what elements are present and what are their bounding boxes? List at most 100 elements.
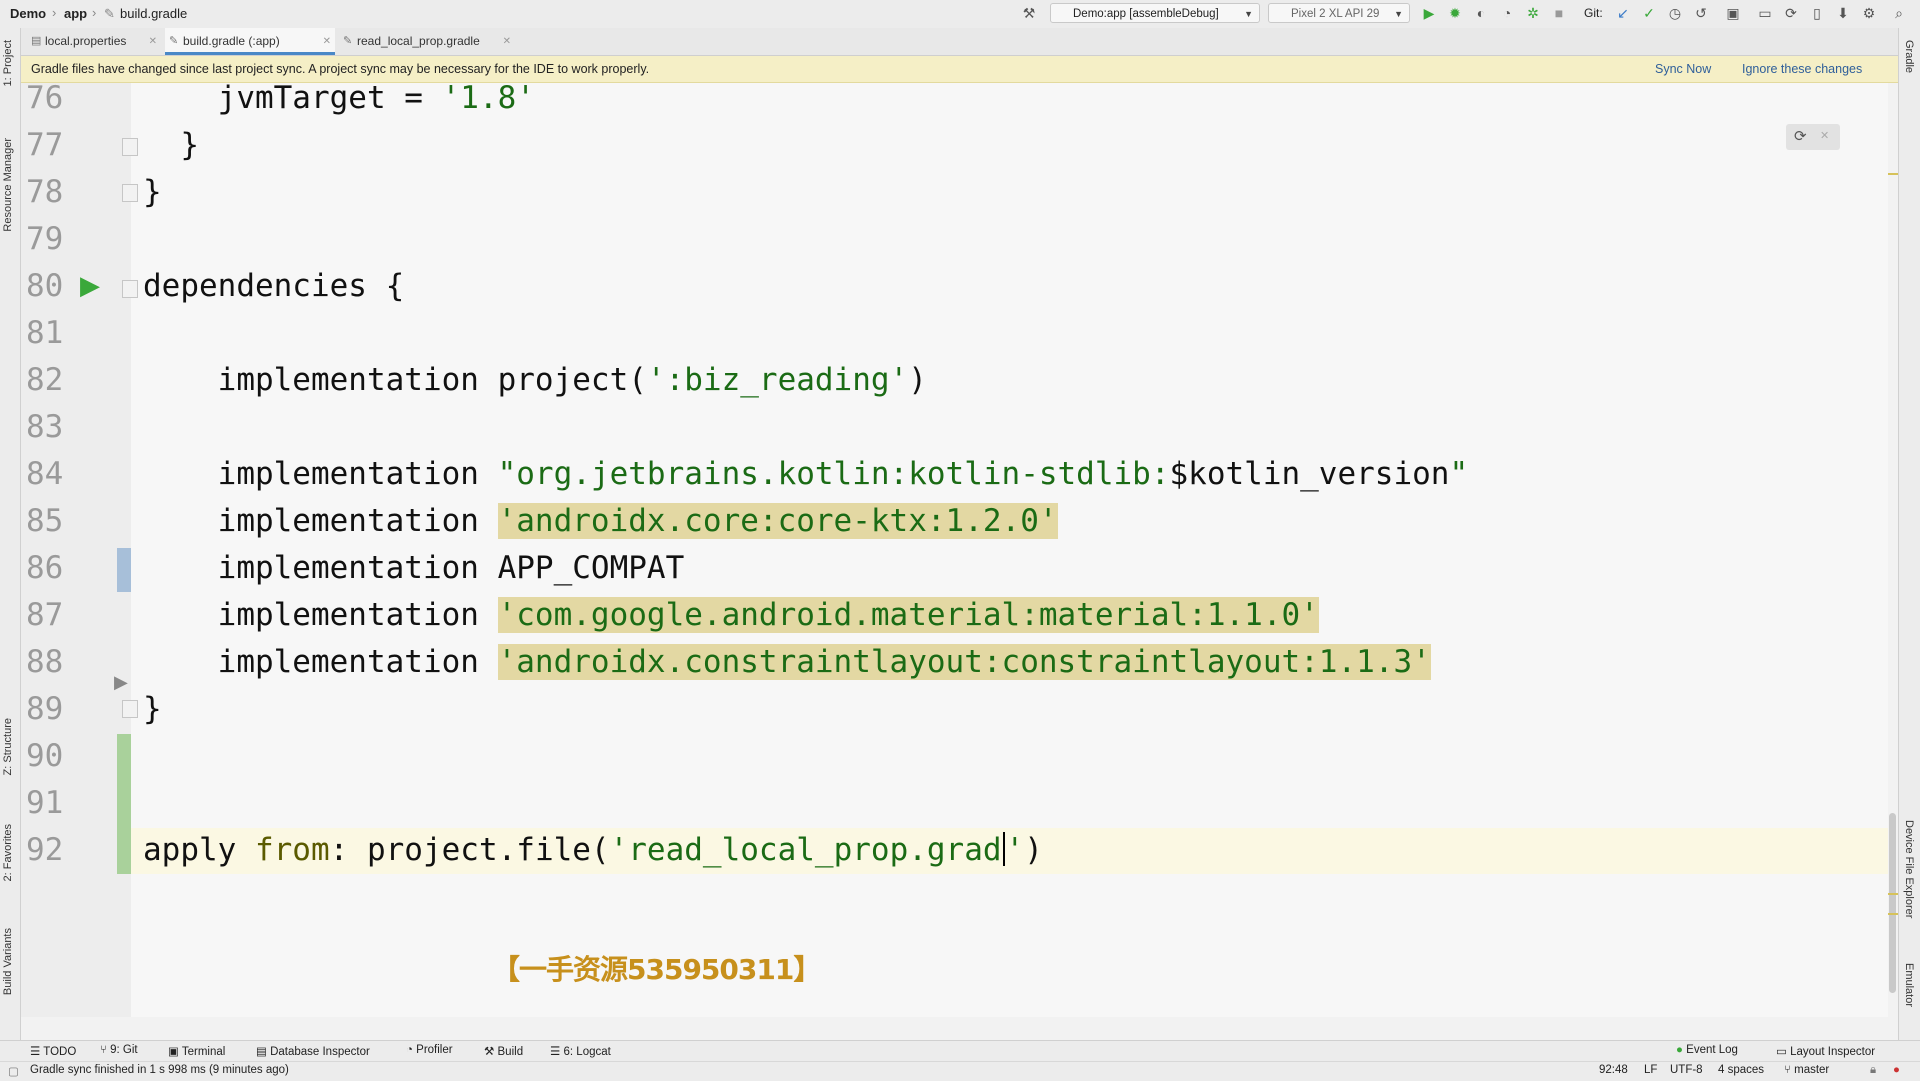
load-gradle-changes-popup: ⟳ ✕ <box>1786 124 1840 150</box>
fold-marker[interactable] <box>122 184 138 202</box>
favorites-tool-button[interactable]: 2: Favorites <box>2 824 14 881</box>
gradle-file-icon: ✎ <box>343 35 353 47</box>
editor-scrollbar[interactable] <box>1888 83 1898 1017</box>
tool-label: Event Log <box>1686 1044 1738 1056</box>
structure-tool-button[interactable]: Z: Structure <box>2 718 14 775</box>
scrollbar-thumb[interactable] <box>1889 813 1896 993</box>
line-number: 82 <box>26 362 64 398</box>
code-text: implementation <box>143 550 498 586</box>
gradle-tool-button[interactable]: Gradle <box>1903 40 1915 73</box>
fold-marker[interactable] <box>122 700 138 718</box>
close-icon[interactable]: ✕ <box>1820 129 1829 142</box>
sync-gradle-icon[interactable]: ⟳ <box>1782 4 1800 22</box>
tool-label: Profiler <box>416 1044 453 1056</box>
code-line-87: implementation 'com.google.android.mater… <box>143 597 1319 633</box>
gradle-sync-notification: Gradle files have changed since last pro… <box>21 56 1898 83</box>
breadcrumb-module[interactable]: app <box>64 6 87 21</box>
tab-local-properties[interactable]: ▤ local.properties ✕ <box>27 28 161 55</box>
profile-icon[interactable]: ◔ <box>1498 4 1516 22</box>
code-text: implementation <box>143 503 498 539</box>
plugin-icon[interactable]: ⚙ <box>1860 4 1878 22</box>
indent-setting[interactable]: 4 spaces <box>1718 1064 1764 1076</box>
git-tool-button[interactable]: ⑂ 9: Git <box>100 1044 138 1056</box>
build-variants-tool-button[interactable]: Build Variants <box>2 928 14 995</box>
line-separator[interactable]: LF <box>1644 1064 1657 1076</box>
status-message[interactable]: Gradle sync finished in 1 s 998 ms (9 mi… <box>30 1064 289 1076</box>
device-file-explorer-tool-button[interactable]: Device File Explorer <box>1903 820 1915 918</box>
string-literal-highlighted[interactable]: 'androidx.core:core-ktx:1.2.0' <box>497 503 1058 539</box>
keyword: from <box>254 832 330 868</box>
line-number: 92 <box>26 832 64 868</box>
branch-label: master <box>1794 1064 1830 1076</box>
vcs-added-marker[interactable] <box>117 734 131 874</box>
gradle-sync-icon[interactable]: ⟳ <box>1794 127 1807 145</box>
run-icon[interactable]: ▶ <box>1420 4 1438 22</box>
layout-inspector-tool-button[interactable]: ▭ Layout Inspector <box>1776 1044 1875 1058</box>
project-structure-icon[interactable]: ▣ <box>1724 4 1742 22</box>
tab-read-local-prop-gradle[interactable]: ✎ read_local_prop.gradle ✕ <box>339 28 515 55</box>
vcs-modified-marker[interactable] <box>117 548 131 592</box>
logcat-tool-button[interactable]: ☰ 6: Logcat <box>550 1044 611 1058</box>
error-stripe-marker[interactable] <box>1888 893 1898 895</box>
right-tool-strip: Gradle Device File Explorer Emulator <box>1898 28 1920 1040</box>
fold-marker[interactable] <box>122 280 138 298</box>
terminal-tool-button[interactable]: ▣ Terminal <box>168 1044 225 1058</box>
code-line-88: implementation 'androidx.constraintlayou… <box>143 644 1431 680</box>
resource-manager-tool-button[interactable]: Resource Manager <box>2 138 14 232</box>
tool-label: Database Inspector <box>270 1046 370 1058</box>
stop-icon[interactable]: ■ <box>1550 4 1568 22</box>
emulator-tool-button[interactable]: Emulator <box>1903 963 1915 1007</box>
status-indicator-icon[interactable]: ▢ <box>8 1064 19 1078</box>
profiler-tool-button[interactable]: ◔ Profiler <box>406 1044 453 1056</box>
code-line-84: implementation "org.jetbrains.kotlin:kot… <box>143 456 1469 492</box>
string-literal-highlighted[interactable]: 'com.google.android.material:material:1.… <box>497 597 1319 633</box>
code-line-76: jvmTarget = '1.8' <box>143 80 535 116</box>
string-literal: "org.jetbrains.kotlin:kotlin-stdlib: <box>497 456 1170 492</box>
window-icon[interactable]: ▭ <box>1756 4 1774 22</box>
error-stripe-marker[interactable] <box>1888 913 1898 915</box>
gradle-file-icon: ✎ <box>169 35 179 47</box>
code-line-80: dependencies { <box>143 268 404 304</box>
fold-marker[interactable] <box>122 138 138 156</box>
project-tool-button[interactable]: 1: Project <box>2 40 14 86</box>
line-number: 86 <box>26 550 64 586</box>
lock-icon[interactable]: 🔒︎ <box>1870 1064 1876 1077</box>
event-log-tool-button[interactable]: ● Event Log <box>1676 1044 1738 1056</box>
git-update-icon[interactable]: ↙ <box>1614 4 1632 22</box>
attach-debugger-icon[interactable]: ✲ <box>1524 4 1542 22</box>
git-rollback-icon[interactable]: ↺ <box>1692 4 1710 22</box>
search-icon[interactable]: ⌕ <box>1890 4 1908 22</box>
code-text: ) <box>1024 832 1043 868</box>
avd-manager-icon[interactable]: ▯ <box>1808 4 1826 22</box>
code-line-78: } <box>143 174 162 210</box>
run-config-select[interactable]: Demo:app [assembleDebug] ▼ <box>1050 3 1260 23</box>
git-history-icon[interactable]: ◷ <box>1666 4 1684 22</box>
string-literal-highlighted[interactable]: 'androidx.constraintlayout:constraintlay… <box>497 644 1431 680</box>
build-tool-button[interactable]: ⚒ Build <box>484 1044 523 1058</box>
hammer-icon[interactable]: ⚒ <box>1020 4 1038 22</box>
ignore-changes-link[interactable]: Ignore these changes <box>1742 62 1862 76</box>
tool-label: Layout Inspector <box>1790 1046 1876 1058</box>
database-inspector-tool-button[interactable]: ▤ Database Inspector <box>256 1044 370 1058</box>
coverage-icon[interactable]: ◐ <box>1472 4 1490 22</box>
todo-tool-button[interactable]: ☰ TODO <box>30 1044 76 1058</box>
close-icon[interactable]: ✕ <box>149 28 157 55</box>
file-encoding[interactable]: UTF-8 <box>1670 1064 1703 1076</box>
tab-label: local.properties <box>45 34 127 48</box>
breadcrumb-project[interactable]: Demo <box>10 6 46 21</box>
line-number: 90 <box>26 738 64 774</box>
close-icon[interactable]: ✕ <box>503 28 511 55</box>
close-icon[interactable]: ✕ <box>323 28 331 55</box>
git-branch[interactable]: ⑂ master <box>1784 1064 1829 1076</box>
sdk-manager-icon[interactable]: ⬇ <box>1834 4 1852 22</box>
device-select[interactable]: Pixel 2 XL API 29 ▼ <box>1268 3 1410 23</box>
git-commit-icon[interactable]: ✓ <box>1640 4 1658 22</box>
code-text: implementation <box>143 597 498 633</box>
caret-position[interactable]: 92:48 <box>1599 1064 1628 1076</box>
error-stripe-marker[interactable] <box>1888 173 1898 175</box>
tab-build-gradle-app[interactable]: ✎ build.gradle (:app) ✕ <box>165 28 335 55</box>
debug-icon[interactable]: ✹ <box>1446 4 1464 22</box>
breadcrumb-file[interactable]: build.gradle <box>120 6 187 21</box>
sync-now-link[interactable]: Sync Now <box>1655 62 1711 76</box>
error-indicator-icon[interactable]: ● <box>1893 1064 1900 1076</box>
